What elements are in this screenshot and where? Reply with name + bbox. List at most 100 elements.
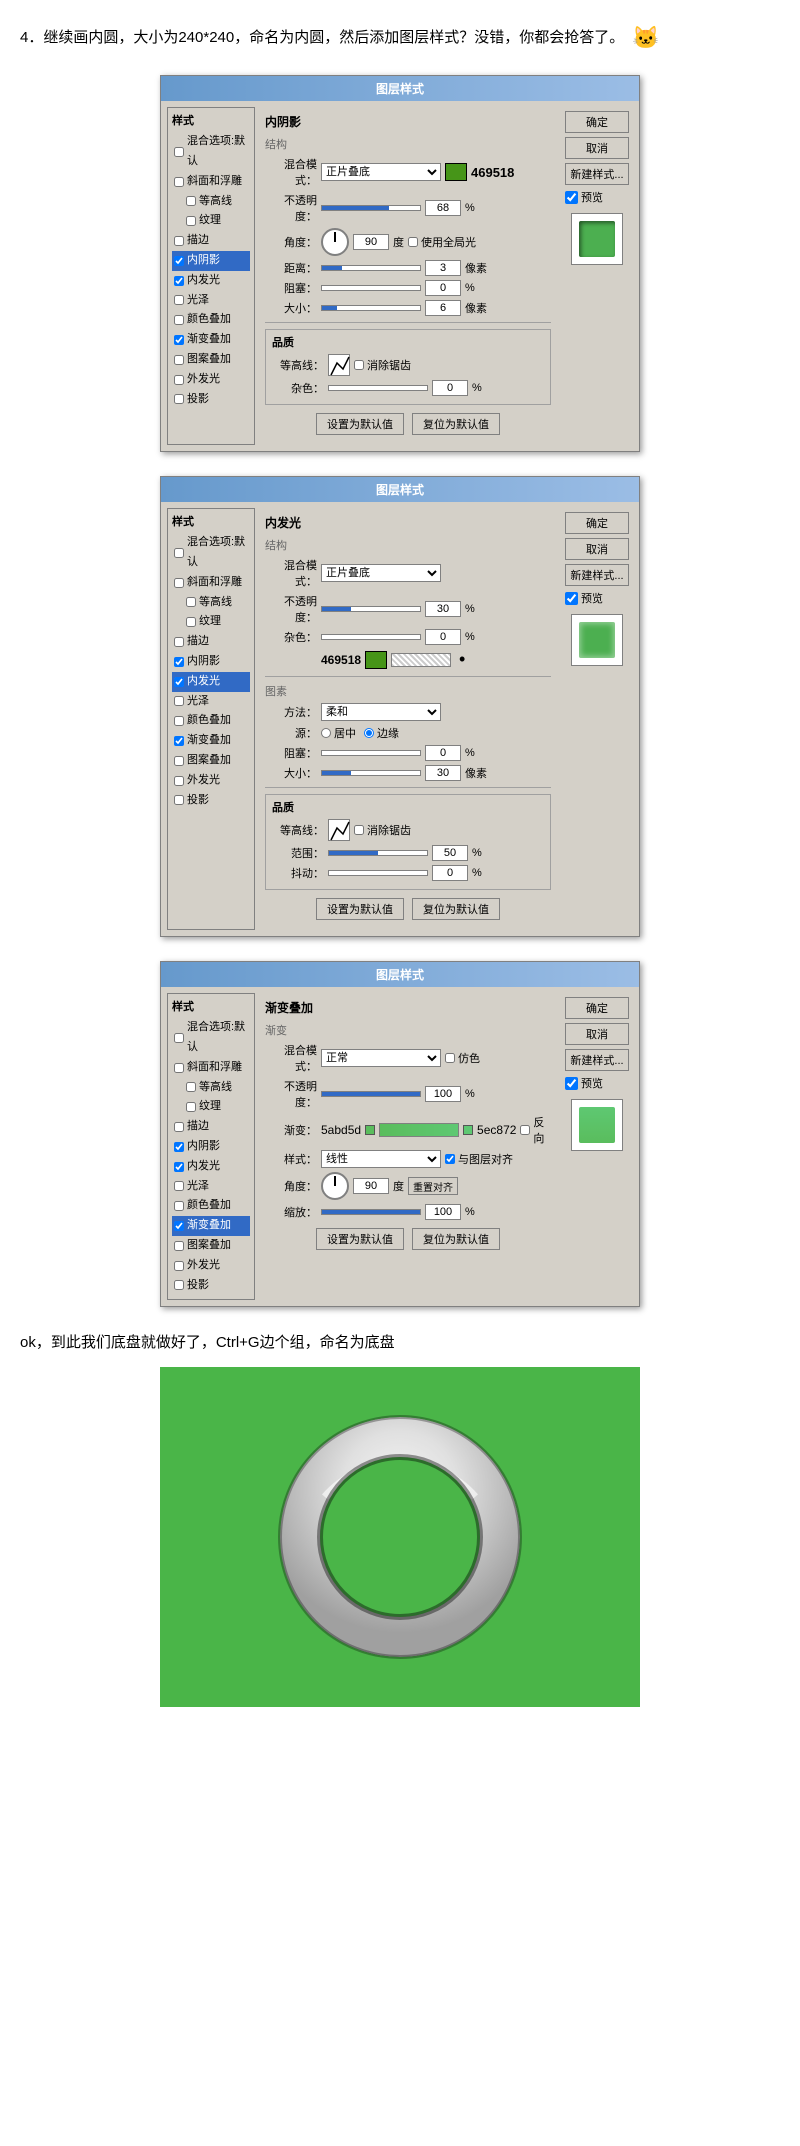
d2-choke-input[interactable]	[425, 745, 461, 761]
d3-set-default-btn[interactable]: 设置为默认值	[316, 1228, 404, 1250]
style-stroke[interactable]: 描边	[172, 231, 250, 251]
d2-choke-slider[interactable]	[321, 750, 421, 756]
d2-contour-cb[interactable]	[186, 597, 196, 607]
style-contour[interactable]: 等高线	[184, 192, 250, 212]
d3-drop-shadow-cb[interactable]	[174, 1280, 184, 1290]
preview-checkbox-2[interactable]	[565, 592, 578, 605]
d3-contour-cb[interactable]	[186, 1082, 196, 1092]
d2-noise-slider[interactable]	[321, 634, 421, 640]
global-light-checkbox[interactable]	[408, 237, 418, 247]
d2-blend-cb[interactable]	[174, 548, 184, 558]
d3-outer-glow-cb[interactable]	[174, 1261, 184, 1271]
preview-check-1[interactable]: 预览	[565, 189, 629, 205]
d2-source-edge-radio[interactable]	[364, 728, 374, 738]
d3-style-blend[interactable]: 混合选项:默认	[172, 1018, 250, 1058]
angle-circle[interactable]	[321, 228, 349, 256]
cancel-btn-1[interactable]: 取消	[565, 137, 629, 159]
d2-satin-cb[interactable]	[174, 696, 184, 706]
d3-bevel-cb[interactable]	[174, 1063, 184, 1073]
style-satin-checkbox[interactable]	[174, 295, 184, 305]
d3-fake-color[interactable]: 仿色	[445, 1050, 480, 1066]
style-outer-glow-checkbox[interactable]	[174, 375, 184, 385]
d2-anti-alias-cb[interactable]	[354, 825, 364, 835]
d2-source-center-radio[interactable]	[321, 728, 331, 738]
d2-style-satin[interactable]: 光泽	[172, 692, 250, 712]
d2-inner-shadow-cb[interactable]	[174, 657, 184, 667]
d2-jitter-slider[interactable]	[328, 870, 428, 876]
d2-style-contour[interactable]: 等高线	[184, 593, 250, 613]
style-contour-checkbox[interactable]	[186, 196, 196, 206]
style-color-overlay[interactable]: 颜色叠加	[172, 310, 250, 330]
d2-style-stroke[interactable]: 描边	[172, 632, 250, 652]
d3-pattern-overlay-cb[interactable]	[174, 1241, 184, 1251]
d2-style-bevel[interactable]: 斜面和浮雕	[172, 573, 250, 593]
d2-style-color-overlay[interactable]: 颜色叠加	[172, 711, 250, 731]
d3-opacity-slider[interactable]	[321, 1091, 421, 1097]
d2-anti-alias[interactable]: 消除锯齿	[354, 822, 411, 838]
style-inner-shadow[interactable]: 内阴影	[172, 251, 250, 271]
d2-style-pattern-overlay[interactable]: 图案叠加	[172, 751, 250, 771]
d2-size-slider[interactable]	[321, 770, 421, 776]
d2-blend-select[interactable]: 正片叠底	[321, 564, 441, 582]
d2-source-center[interactable]: 居中	[321, 725, 356, 741]
d2-style-texture[interactable]: 纹理	[184, 612, 250, 632]
d2-set-default-btn[interactable]: 设置为默认值	[316, 898, 404, 920]
style-outer-glow[interactable]: 外发光	[172, 370, 250, 390]
style-inner-glow-checkbox[interactable]	[174, 276, 184, 286]
d3-style-drop-shadow[interactable]: 投影	[172, 1276, 250, 1296]
d2-texture-cb[interactable]	[186, 617, 196, 627]
preview-checkbox-3[interactable]	[565, 1077, 578, 1090]
size-slider[interactable]	[321, 305, 421, 311]
d3-opacity-input[interactable]	[425, 1086, 461, 1102]
d2-style-inner-glow[interactable]: 内发光	[172, 672, 250, 692]
anti-alias-checkbox[interactable]	[354, 360, 364, 370]
d3-satin-cb[interactable]	[174, 1181, 184, 1191]
d2-gradient-overlay-cb[interactable]	[174, 736, 184, 746]
d3-blend-select[interactable]: 正常	[321, 1049, 441, 1067]
style-bevel[interactable]: 斜面和浮雕	[172, 172, 250, 192]
d3-style-gradient-overlay[interactable]: 渐变叠加	[172, 1216, 250, 1236]
preview-check-3[interactable]: 预览	[565, 1075, 629, 1091]
d2-bevel-cb[interactable]	[174, 578, 184, 588]
d3-style-satin[interactable]: 光泽	[172, 1177, 250, 1197]
global-light-label[interactable]: 使用全局光	[408, 234, 476, 250]
new-style-btn-3[interactable]: 新建样式...	[565, 1049, 629, 1071]
d3-scale-input[interactable]	[425, 1204, 461, 1220]
style-inner-glow[interactable]: 内发光	[172, 271, 250, 291]
d2-color-swatch[interactable]	[365, 651, 387, 669]
size-input[interactable]	[425, 300, 461, 316]
d2-style-gradient-overlay[interactable]: 渐变叠加	[172, 731, 250, 751]
d2-inner-glow-cb[interactable]	[174, 677, 184, 687]
style-stroke-checkbox[interactable]	[174, 236, 184, 246]
style-gradient-overlay[interactable]: 渐变叠加	[172, 330, 250, 350]
ok-btn-1[interactable]: 确定	[565, 111, 629, 133]
d3-stroke-cb[interactable]	[174, 1122, 184, 1132]
style-texture-checkbox[interactable]	[186, 216, 196, 226]
blend-mode-select[interactable]: 正片叠底	[321, 163, 441, 181]
d2-style-outer-glow[interactable]: 外发光	[172, 771, 250, 791]
style-satin[interactable]: 光泽	[172, 291, 250, 311]
d3-style-stroke[interactable]: 描边	[172, 1117, 250, 1137]
d3-scale-slider[interactable]	[321, 1209, 421, 1215]
d3-style-inner-shadow[interactable]: 内阴影	[172, 1137, 250, 1157]
d2-pattern-overlay-cb[interactable]	[174, 756, 184, 766]
style-drop-shadow-checkbox[interactable]	[174, 394, 184, 404]
d2-opacity-input[interactable]	[425, 601, 461, 617]
reset-default-btn[interactable]: 复位为默认值	[412, 413, 500, 435]
d3-color-dot2[interactable]	[463, 1125, 473, 1135]
style-texture[interactable]: 纹理	[184, 211, 250, 231]
d3-style-pattern-overlay[interactable]: 图案叠加	[172, 1236, 250, 1256]
style-pattern-overlay-checkbox[interactable]	[174, 355, 184, 365]
d2-stroke-cb[interactable]	[174, 637, 184, 647]
preview-checkbox-1[interactable]	[565, 191, 578, 204]
style-gradient-overlay-checkbox[interactable]	[174, 335, 184, 345]
style-blend-checkbox[interactable]	[174, 147, 184, 157]
d3-angle-input[interactable]	[353, 1178, 389, 1194]
noise-input[interactable]	[432, 380, 468, 396]
d3-texture-cb[interactable]	[186, 1102, 196, 1112]
style-drop-shadow[interactable]: 投影	[172, 390, 250, 410]
d2-drop-shadow-cb[interactable]	[174, 795, 184, 805]
d3-style-inner-glow[interactable]: 内发光	[172, 1157, 250, 1177]
new-style-btn-2[interactable]: 新建样式...	[565, 564, 629, 586]
style-blend-options[interactable]: 混合选项:默认	[172, 132, 250, 172]
